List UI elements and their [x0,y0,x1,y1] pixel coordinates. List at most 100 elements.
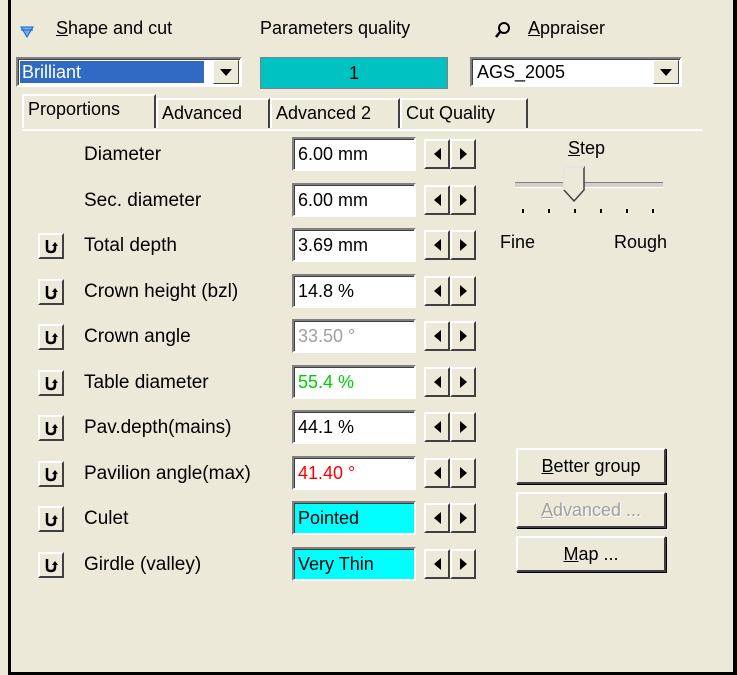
arrow-right-icon [459,376,467,388]
arrow-right-icon [459,285,467,297]
increment-button[interactable] [450,549,476,579]
parameter-label: Culet [84,508,129,529]
slider-tick [522,209,524,213]
row-toggle-button[interactable] [38,415,64,441]
row-toggle-button[interactable] [38,233,64,259]
appraiser-dropdown-button[interactable] [653,60,679,84]
decrement-button[interactable] [424,458,450,488]
tab-cut-quality[interactable]: Cut Quality [400,98,528,128]
appraiser-label: Appraiser [528,18,606,38]
parameter-value-field[interactable]: 14.8 % [292,274,416,308]
arrow-left-icon [433,558,441,570]
row-toggle-button[interactable] [38,461,64,487]
map-button[interactable]: Map ... [516,536,666,572]
increment-button[interactable] [450,412,476,442]
decrement-button[interactable] [424,549,450,579]
parameter-value-field[interactable]: 41.40 ° [292,456,416,490]
arrow-left-icon [433,376,441,388]
parameter-label: Crown angle [84,326,191,347]
parameter-value-field[interactable]: 44.1 % [292,410,416,444]
shape-select-value: Brilliant [20,61,204,83]
decrement-button[interactable] [424,321,450,351]
row-toggle-button[interactable] [38,279,64,305]
decrement-button[interactable] [424,185,450,215]
parameter-value-field[interactable]: 6.00 mm [292,183,416,217]
increment-button[interactable] [450,367,476,397]
arrow-left-icon [433,330,441,342]
parameter-stepper [424,549,476,579]
tab-advanced-2[interactable]: Advanced 2 [270,98,400,128]
advanced-button[interactable]: Advanced ... [516,492,666,528]
parameter-stepper [424,321,476,351]
row-toggle-button[interactable] [38,324,64,350]
parameter-stepper [424,276,476,306]
parameter-value-field[interactable]: Pointed [292,501,416,535]
decrement-button[interactable] [424,412,450,442]
row-toggle-button[interactable] [38,552,64,578]
shape-and-cut-label: Shape and cut [56,18,173,38]
arrow-right-icon [459,558,467,570]
parameter-value-field[interactable]: 33.50 ° [292,319,416,353]
arrow-left-icon [433,148,441,160]
increment-button[interactable] [450,139,476,169]
hook-arrow-icon [45,422,58,436]
parameter-stepper [424,367,476,397]
hook-arrow-icon [45,240,58,254]
row-toggle-button[interactable] [38,506,64,532]
better-group-button[interactable]: Better group [516,448,666,484]
arrow-right-icon [459,467,467,479]
slider-tick [626,209,628,213]
step-slider-thumb[interactable] [563,166,585,203]
tab-advanced[interactable]: Advanced [156,98,270,128]
parameter-label: Pav.depth(mains) [84,417,232,438]
parameter-value-field[interactable]: 3.69 mm [292,228,416,262]
decrement-button[interactable] [424,503,450,533]
tab-proportions[interactable]: Proportions [22,94,156,128]
magnifier-icon [494,21,512,39]
arrow-left-icon [433,421,441,433]
decrement-button[interactable] [424,230,450,260]
parameter-stepper [424,139,476,169]
chevron-down-icon [660,68,672,76]
hook-arrow-icon [45,286,58,300]
parameter-label: Diameter [84,144,162,165]
tab-panel-border [22,129,702,131]
parameters-quality-value: 1 [260,57,448,89]
parameters-quality-label: Parameters quality [260,18,411,38]
arrow-right-icon [459,330,467,342]
hook-arrow-icon [45,468,58,482]
parameter-value-field[interactable]: Very Thin [292,547,416,581]
decrement-button[interactable] [424,276,450,306]
window-border-left [8,0,11,675]
parameter-label: Pavilion angle(max) [84,463,251,484]
window-border-right [733,0,737,675]
decrement-button[interactable] [424,367,450,397]
rough-label: Rough [614,232,668,252]
arrow-right-icon [459,148,467,160]
parameter-stepper [424,412,476,442]
increment-button[interactable] [450,230,476,260]
step-label: Step [568,138,606,158]
decrement-button[interactable] [424,139,450,169]
row-toggle-button[interactable] [38,370,64,396]
parameter-label: Table diameter [84,372,209,393]
increment-button[interactable] [450,458,476,488]
parameter-label: Total depth [84,235,177,256]
shape-dropdown-button[interactable] [213,60,239,84]
arrow-left-icon [433,194,441,206]
arrow-left-icon [433,239,441,251]
shape-select[interactable]: Brilliant [16,57,242,87]
arrow-right-icon [459,194,467,206]
appraiser-select[interactable]: AGS_2005 [470,57,682,87]
increment-button[interactable] [450,321,476,351]
slider-tick [600,209,602,213]
step-slider-track[interactable] [515,182,663,188]
parameter-stepper [424,458,476,488]
increment-button[interactable] [450,503,476,533]
hook-arrow-icon [45,331,58,345]
parameter-value-field[interactable]: 55.4 % [292,365,416,399]
parameter-value-field[interactable]: 6.00 mm [292,137,416,171]
increment-button[interactable] [450,276,476,306]
increment-button[interactable] [450,185,476,215]
arrow-right-icon [459,421,467,433]
